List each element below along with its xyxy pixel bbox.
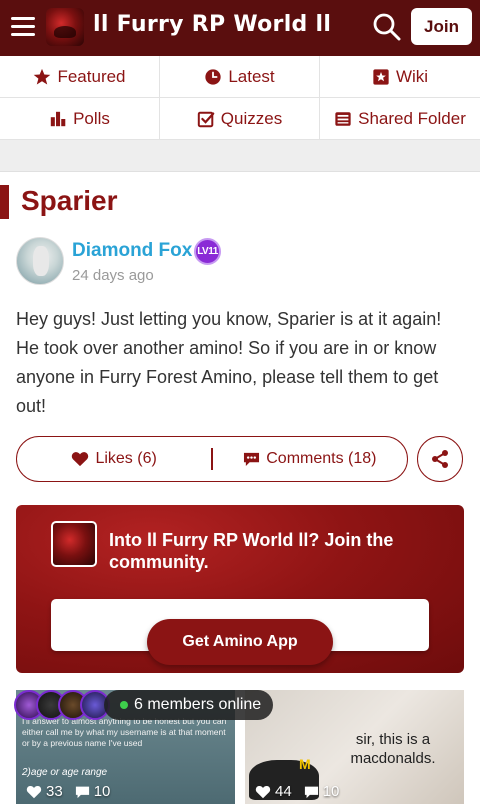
comment-icon: [244, 452, 260, 467]
join-community-banner: Into ll Furry RP World ll? Join the comm…: [16, 505, 464, 673]
mcdonalds-logo: M: [299, 756, 311, 772]
nav-shared-folder[interactable]: Shared Folder: [320, 98, 480, 140]
nav-label: Featured: [57, 66, 126, 86]
post-title: Sparier: [21, 185, 118, 216]
online-dot: [120, 701, 128, 709]
post-body: Hey guys! Just letting you know, Sparier…: [16, 309, 442, 416]
heart-icon: [26, 785, 42, 798]
title-accent-bar: [0, 185, 9, 219]
nav-latest[interactable]: Latest: [160, 56, 320, 98]
banner-text: Into ll Furry RP World ll? Join the comm…: [109, 530, 394, 572]
nav-label: Polls: [73, 108, 110, 128]
join-button[interactable]: Join: [411, 8, 472, 45]
folder-icon: [335, 111, 351, 126]
wiki-icon: [373, 68, 389, 85]
comments-count: 10: [322, 783, 340, 800]
post-actions: Likes (6) Comments (18): [16, 436, 408, 482]
nav-polls[interactable]: Polls: [0, 98, 160, 140]
like-button[interactable]: Likes (6): [17, 450, 211, 468]
nav-wiki[interactable]: Wiki: [320, 56, 480, 98]
nav-label: Shared Folder: [358, 108, 466, 128]
nav-label: Wiki: [395, 66, 429, 86]
heart-icon: [72, 452, 89, 467]
card-stats: 33 10: [26, 783, 122, 800]
poll-icon: [50, 111, 66, 126]
card-text: sir, this is a macdonalds.: [350, 731, 436, 767]
community-title: ll Furry RP World ll: [93, 12, 332, 37]
search-icon[interactable]: [372, 12, 402, 42]
card-stats: 44 10: [255, 783, 351, 800]
author-name[interactable]: Diamond Fox: [72, 240, 192, 262]
community-logo[interactable]: [46, 8, 84, 46]
feed-card[interactable]: M sir, this is a macdonalds. 44 10: [245, 690, 464, 804]
comments-count: 10: [93, 783, 111, 800]
members-online[interactable]: 6 members online: [14, 689, 274, 721]
level-badge: LV11: [194, 238, 221, 265]
get-amino-app-button[interactable]: Get Amino App: [147, 619, 333, 665]
comments-label: Comments (18): [266, 450, 377, 467]
heart-icon: [255, 785, 271, 798]
nav-label: Quizzes: [220, 108, 283, 128]
clock-icon: [205, 68, 221, 85]
divider: [0, 140, 480, 172]
share-icon: [432, 450, 448, 468]
comments-button[interactable]: Comments (18): [213, 450, 407, 468]
online-avatars: [14, 690, 110, 720]
likes-count: 44: [275, 783, 292, 800]
checkbox-icon: [197, 111, 215, 127]
star-icon: [34, 68, 51, 85]
post-timestamp: 24 days ago: [72, 267, 154, 284]
top-bar: ll Furry RP World ll Join: [0, 0, 480, 56]
author-avatar[interactable]: [16, 237, 64, 285]
nav-quizzes[interactable]: Quizzes: [160, 98, 320, 140]
online-label: 6 members online: [134, 696, 262, 713]
comment-icon: [304, 786, 318, 798]
comment-icon: [75, 786, 89, 798]
likes-count: 33: [46, 783, 63, 800]
share-button[interactable]: [417, 436, 463, 482]
online-pill: 6 members online: [104, 690, 274, 720]
section-nav: Featured Latest Wiki Polls Quizzes Share…: [0, 56, 480, 140]
community-icon: [51, 521, 97, 567]
hamburger-icon[interactable]: [11, 17, 35, 37]
card-subtext: 2)age or age range: [22, 767, 108, 778]
nav-label: Latest: [228, 66, 275, 86]
nav-featured[interactable]: Featured: [0, 56, 160, 98]
likes-label: Likes (6): [95, 450, 157, 467]
